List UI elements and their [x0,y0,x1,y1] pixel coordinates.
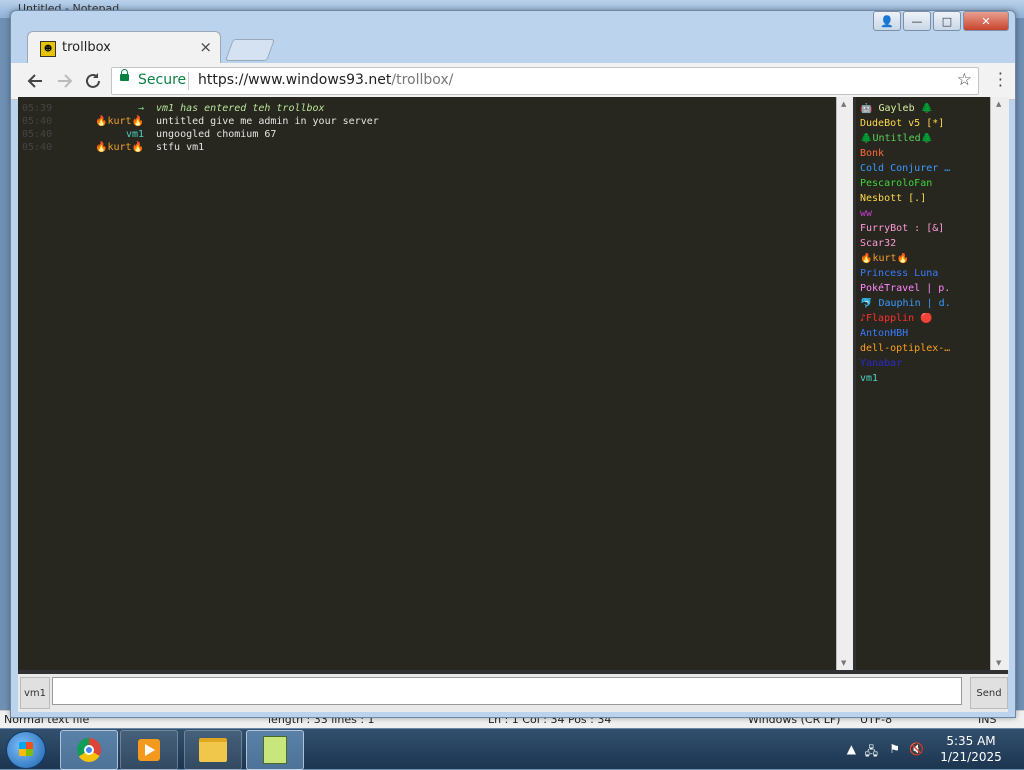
clock-date: 1/21/2025 [940,750,1002,764]
taskbar-notepad[interactable] [246,730,304,770]
clock-time: 5:35 AM [946,734,996,748]
tab-close-icon[interactable]: × [199,38,212,56]
user-list-item[interactable]: Yanabar [860,358,988,372]
message-text: untitled give me admin in your server [156,116,379,127]
user-list: 🤖 Gayleb 🌲 DudeBot v5 [*] 🌲Untitled🌲 Bonk Co… [856,97,990,670]
chat-message: 05:40 🔥kurt🔥 stfu vm1 [18,142,836,155]
lock-icon [120,69,129,81]
address-bar[interactable]: Secure https://www.windows93.net/trollbo… [111,67,979,95]
chat-scrollbar[interactable]: ▲ ▼ [836,97,853,670]
user-list-item[interactable]: Bonk [860,148,988,162]
trollbox-favicon-icon: ☻ [40,41,56,57]
user-list-item[interactable]: 🔥kurt🔥 [860,253,988,267]
message-time: 05:40 [22,116,53,127]
message-time: 05:40 [22,142,53,153]
message-time: 05:39 [22,103,53,114]
windows-logo-icon [19,742,33,756]
url-host: https://www.windows93.net [198,72,392,88]
message-nick[interactable]: 🔥kurt🔥 [95,142,144,153]
tab-strip: ☻ trollbox × [11,27,1015,64]
user-list-item[interactable]: Nesbott [.] [860,193,988,207]
media-player-icon [138,739,160,761]
message-text: stfu vm1 [156,142,205,153]
taskbar-explorer[interactable] [184,730,242,770]
secure-label: Secure [138,72,187,88]
message-time: 05:40 [22,129,53,140]
start-button[interactable] [6,731,46,769]
reload-icon[interactable] [81,69,105,93]
user-list-item[interactable]: PokéTravel | p. [860,283,988,297]
volume-muted-icon[interactable]: 🔇 [909,742,924,756]
chat-log: 05:39 → vm1 has entered teh trollbox 05:40 🔥… [18,97,836,670]
user-list-item[interactable]: DudeBot v5 [*] [860,118,988,132]
user-list-item[interactable]: dell-optiplex-… [860,343,988,357]
send-button[interactable]: Send [970,677,1008,709]
chrome-icon [77,738,101,762]
taskbar: ▲ 🖧 ⚑ 🔇 5:35 AM 1/21/2025 [0,728,1024,770]
message-nick[interactable]: vm1 [126,129,144,140]
scroll-up-icon[interactable]: ▲ [996,100,1001,108]
taskbar-media-player[interactable] [120,730,178,770]
address-separator [188,72,189,90]
back-arrow-icon[interactable] [23,69,47,93]
menu-dots-icon[interactable]: · · · [998,66,1003,94]
chat-message: 05:39 → vm1 has entered teh trollbox [18,103,836,116]
chat-message: 05:40 vm1 ungoogled chomium 67 [18,129,836,142]
message-bar: vm1 Send [18,674,1008,712]
tab-title: trollbox [62,40,111,55]
user-list-item[interactable]: 🌲Untitled🌲 [860,133,988,147]
message-nick[interactable]: 🔥kurt🔥 [95,116,144,127]
userlist-scrollbar[interactable]: ▲ ▼ [990,97,1009,670]
folder-icon [199,738,227,762]
new-tab-button[interactable] [224,39,276,61]
tray-expand-icon[interactable]: ▲ [847,742,856,756]
nickname-button[interactable]: vm1 [20,677,50,709]
message-text: vm1 has entered teh trollbox [156,103,325,114]
scroll-down-icon[interactable]: ▼ [996,659,1001,667]
notepad-icon [263,736,287,764]
clock[interactable]: 5:35 AM 1/21/2025 [936,733,1006,765]
user-list-item[interactable]: 🤖 Gayleb 🌲 [860,103,988,117]
user-list-item[interactable]: FurryBot : [&] [860,223,988,237]
browser-toolbar: Secure https://www.windows93.net/trollbo… [11,63,1015,100]
url-text: https://www.windows93.net/trollbox/ [198,72,453,88]
message-text: ungoogled chomium 67 [156,129,277,140]
browser-window: 👤 — □ ✕ ☻ trollbox × Secure https://www.… [10,10,1016,718]
forward-arrow-icon[interactable] [53,69,77,93]
scroll-up-icon[interactable]: ▲ [841,100,846,108]
user-list-item[interactable]: PescaroloFan [860,178,988,192]
user-list-item[interactable]: Princess Luna [860,268,988,282]
user-list-item[interactable]: Scar32 [860,238,988,252]
user-list-item[interactable]: AntonHBH [860,328,988,342]
trollbox-page: 05:39 → vm1 has entered teh trollbox 05:40 🔥… [18,97,1009,712]
url-path: /trollbox/ [391,72,454,88]
bookmark-star-icon[interactable]: ☆ [957,70,972,90]
message-nick[interactable]: → [138,103,144,114]
chat-message: 05:40 🔥kurt🔥 untitled give me admin in you… [18,116,836,129]
network-icon[interactable]: 🖧 [865,742,878,763]
scroll-down-icon[interactable]: ▼ [841,659,846,667]
user-list-item[interactable]: ♪Flapplin 🔴 [860,313,988,327]
tab-trollbox[interactable]: ☻ trollbox × [27,31,221,64]
message-input[interactable] [52,677,962,705]
taskbar-chrome[interactable] [60,730,118,770]
action-center-flag-icon[interactable]: ⚑ [889,742,900,756]
user-list-item[interactable]: ww [860,208,988,222]
user-list-item[interactable]: Cold Conjurer … [860,163,988,177]
user-list-item[interactable]: vm1 [860,373,988,387]
user-list-item[interactable]: 🐬 Dauphin | d. [860,298,988,312]
